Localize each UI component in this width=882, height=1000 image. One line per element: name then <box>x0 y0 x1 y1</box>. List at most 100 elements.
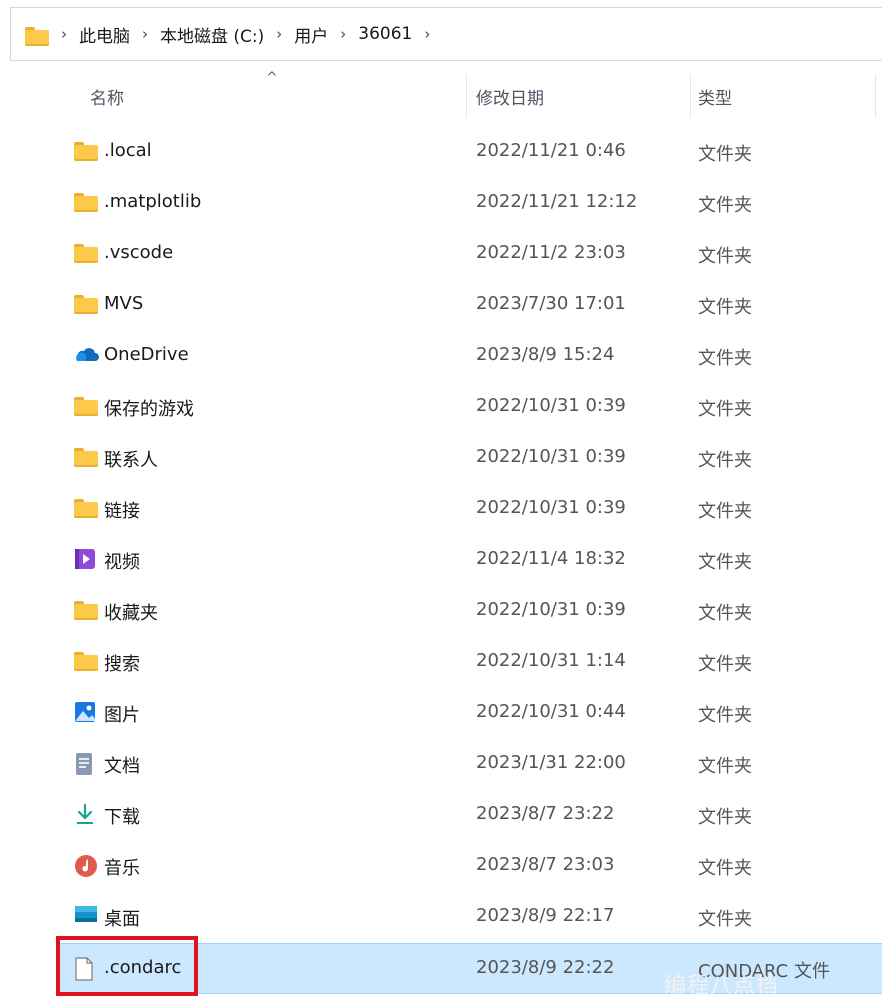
list-item[interactable]: 收藏夹 2022/10/31 0:39 文件夹 <box>60 586 882 637</box>
breadcrumb-user-folder[interactable]: 36061 <box>358 24 412 44</box>
item-name: .local <box>104 140 152 161</box>
item-type: 文件夹 <box>698 603 752 624</box>
item-name: .matplotlib <box>104 191 202 212</box>
item-modified-date: 2022/10/31 0:39 <box>476 395 626 416</box>
item-name: .vscode <box>104 242 174 263</box>
item-type: 文件夹 <box>698 348 752 369</box>
address-bar[interactable]: › 此电脑 › 本地磁盘 (C:) › 用户 › 36061 › <box>10 7 882 61</box>
item-modified-date: 2023/7/30 17:01 <box>476 293 626 314</box>
list-item[interactable]: 文档 2023/1/31 22:00 文件夹 <box>60 739 882 790</box>
item-type: 文件夹 <box>698 552 752 573</box>
breadcrumb-users[interactable]: 用户 <box>294 22 328 47</box>
item-modified-date: 2022/11/2 23:03 <box>476 242 626 263</box>
column-header: ^ 名称 修改日期 类型 <box>40 68 876 118</box>
chevron-right-icon[interactable]: › <box>61 25 67 43</box>
folder-icon <box>74 395 98 417</box>
item-modified-date: 2022/10/31 0:39 <box>476 446 626 467</box>
list-item[interactable]: MVS 2023/7/30 17:01 文件夹 <box>60 280 882 331</box>
folder-icon <box>74 293 98 315</box>
column-type-header[interactable]: 类型 <box>698 84 732 109</box>
item-type: 文件夹 <box>698 399 752 420</box>
highlight-box <box>56 936 198 996</box>
item-name: MVS <box>104 293 144 314</box>
folder-icon <box>74 650 98 672</box>
item-name: 文档 <box>104 756 140 777</box>
list-item[interactable]: 下载 2023/8/7 23:22 文件夹 <box>60 790 882 841</box>
item-name: 收藏夹 <box>104 603 158 624</box>
breadcrumb-local-disk[interactable]: 本地磁盘 (C:) <box>160 22 264 47</box>
item-name: 联系人 <box>104 450 158 471</box>
item-name: 搜索 <box>104 654 140 675</box>
music-icon <box>74 854 98 877</box>
download-icon <box>74 803 98 825</box>
item-modified-date: 2022/10/31 0:39 <box>476 599 626 620</box>
item-modified-date: 2023/8/7 23:03 <box>476 854 615 875</box>
list-item[interactable]: 链接 2022/10/31 0:39 文件夹 <box>60 484 882 535</box>
folder-icon <box>74 497 98 519</box>
item-modified-date: 2022/11/21 0:46 <box>476 140 626 161</box>
document-icon <box>74 752 98 775</box>
watermark-text: 编程八点档 <box>664 974 780 999</box>
breadcrumb-this-pc[interactable]: 此电脑 <box>79 22 130 47</box>
item-name: 视频 <box>104 552 140 573</box>
item-name: 链接 <box>104 501 140 522</box>
item-modified-date: 2022/11/21 12:12 <box>476 191 638 212</box>
folder-icon <box>74 191 98 213</box>
item-type: 文件夹 <box>698 246 752 267</box>
column-divider[interactable] <box>466 74 467 118</box>
list-item[interactable]: 搜索 2022/10/31 1:14 文件夹 <box>60 637 882 688</box>
picture-icon <box>74 701 98 723</box>
item-name: 音乐 <box>104 858 140 879</box>
desktop-icon <box>74 905 98 927</box>
item-name: 桌面 <box>104 909 140 930</box>
folder-icon <box>74 446 98 468</box>
chevron-right-icon[interactable]: › <box>142 25 148 43</box>
chevron-right-icon[interactable]: › <box>424 25 430 43</box>
column-divider[interactable] <box>875 74 876 118</box>
item-type: 文件夹 <box>698 297 752 318</box>
item-modified-date: 2022/10/31 0:44 <box>476 701 626 722</box>
item-name: 保存的游戏 <box>104 399 194 420</box>
list-item[interactable]: 联系人 2022/10/31 0:39 文件夹 <box>60 433 882 484</box>
item-type: 文件夹 <box>698 450 752 471</box>
list-item[interactable]: 音乐 2023/8/7 23:03 文件夹 <box>60 841 882 892</box>
item-modified-date: 2022/10/31 1:14 <box>476 650 626 671</box>
item-name: 图片 <box>104 705 140 726</box>
item-modified-date: 2023/8/9 15:24 <box>476 344 615 365</box>
item-name: 下载 <box>104 807 140 828</box>
item-modified-date: 2023/8/7 23:22 <box>476 803 615 824</box>
folder-icon <box>74 242 98 264</box>
folder-icon <box>74 599 98 621</box>
column-date-header[interactable]: 修改日期 <box>476 84 544 109</box>
list-item[interactable]: .matplotlib 2022/11/21 12:12 文件夹 <box>60 178 882 229</box>
list-item[interactable]: 视频 2022/11/4 18:32 文件夹 <box>60 535 882 586</box>
item-type: 文件夹 <box>698 858 752 879</box>
item-modified-date: 2023/8/9 22:22 <box>476 957 615 978</box>
list-item[interactable]: 图片 2022/10/31 0:44 文件夹 <box>60 688 882 739</box>
list-item[interactable]: OneDrive 2023/8/9 15:24 文件夹 <box>60 331 882 382</box>
list-item[interactable]: .local 2022/11/21 0:46 文件夹 <box>60 127 882 178</box>
item-type: 文件夹 <box>698 807 752 828</box>
folder-icon <box>25 25 49 46</box>
sort-ascending-icon: ^ <box>266 70 278 86</box>
column-divider[interactable] <box>690 74 691 118</box>
item-name: OneDrive <box>104 344 189 365</box>
chevron-right-icon[interactable]: › <box>340 25 346 43</box>
item-modified-date: 2023/1/31 22:00 <box>476 752 626 773</box>
item-type: 文件夹 <box>698 756 752 777</box>
list-item[interactable]: 保存的游戏 2022/10/31 0:39 文件夹 <box>60 382 882 433</box>
item-modified-date: 2022/11/4 18:32 <box>476 548 626 569</box>
column-name-header[interactable]: 名称 <box>90 84 124 109</box>
item-type: 文件夹 <box>698 909 752 930</box>
item-type: 文件夹 <box>698 501 752 522</box>
item-modified-date: 2022/10/31 0:39 <box>476 497 626 518</box>
item-type: 文件夹 <box>698 195 752 216</box>
folder-icon <box>74 140 98 162</box>
chevron-right-icon[interactable]: › <box>276 25 282 43</box>
onedrive-cloud-icon <box>74 344 99 366</box>
list-item[interactable]: .vscode 2022/11/2 23:03 文件夹 <box>60 229 882 280</box>
item-modified-date: 2023/8/9 22:17 <box>476 905 615 926</box>
video-icon <box>74 548 98 570</box>
item-type: 文件夹 <box>698 705 752 726</box>
item-type: 文件夹 <box>698 144 752 165</box>
